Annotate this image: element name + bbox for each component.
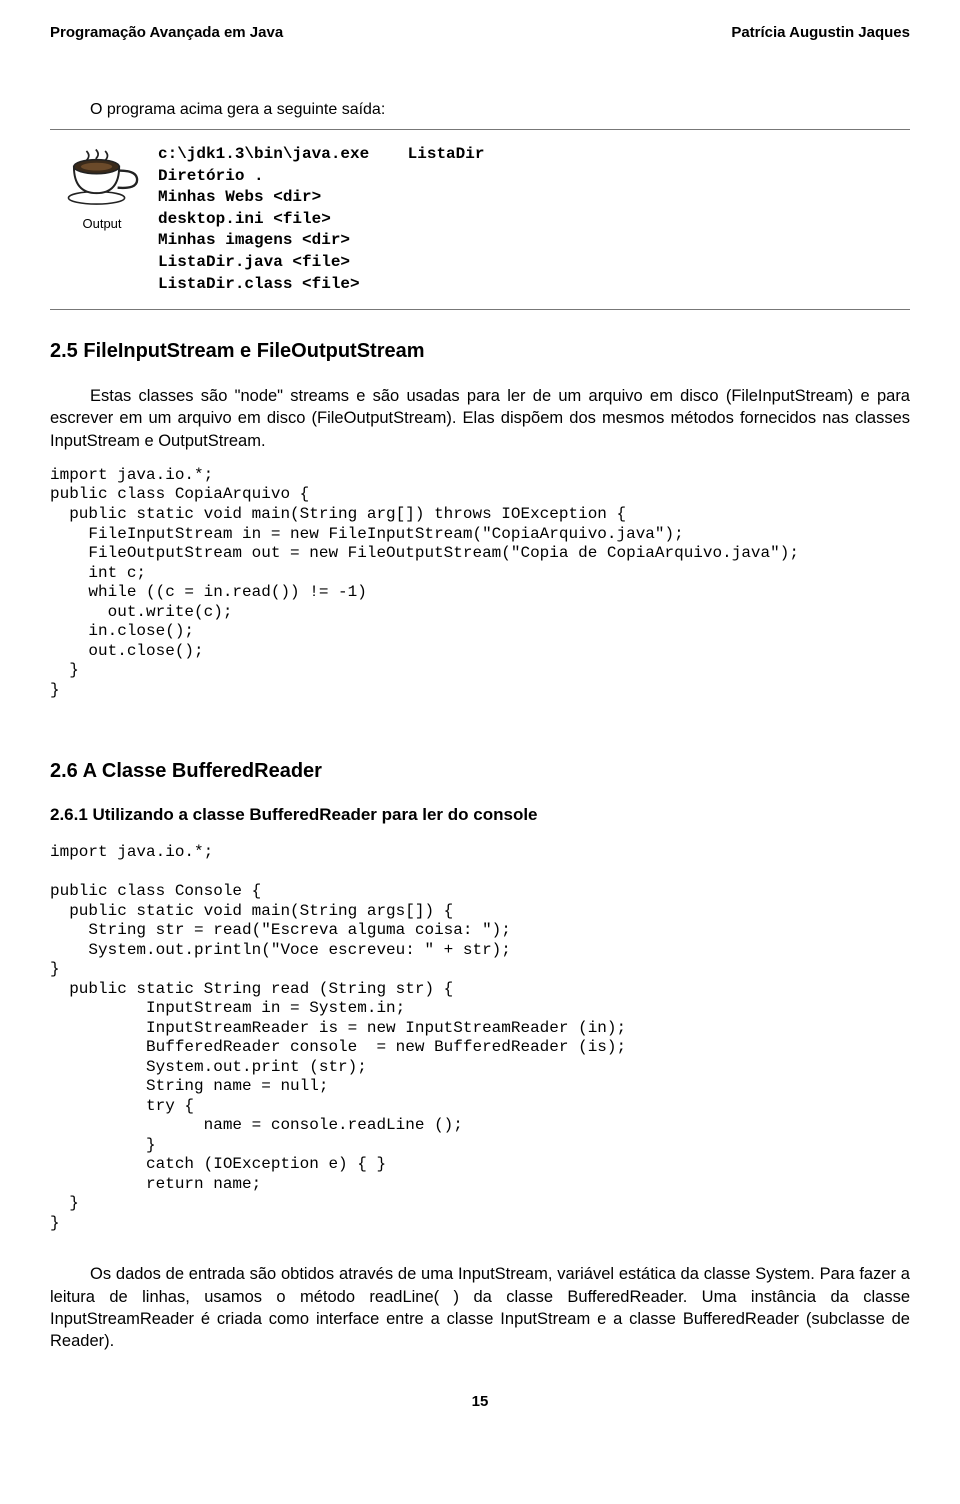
- page-header: Programação Avançada em Java Patrícia Au…: [50, 24, 910, 41]
- page-number: 15: [50, 1393, 910, 1410]
- section-2-6-title: 2.6 A Classe BufferedReader: [50, 760, 910, 783]
- header-left: Programação Avançada em Java: [50, 24, 283, 41]
- output-console-text: c:\jdk1.3\bin\java.exe ListaDir Diretóri…: [158, 144, 484, 295]
- output-label: Output: [82, 216, 121, 231]
- section-2-5-title: 2.5 FileInputStream e FileOutputStream: [50, 340, 910, 363]
- section-2-6-1-title: 2.6.1 Utilizando a classe BufferedReader…: [50, 805, 910, 825]
- code-block-copiaarquivo: import java.io.*; public class CopiaArqu…: [50, 466, 910, 700]
- output-box: Output c:\jdk1.3\bin\java.exe ListaDir D…: [50, 129, 910, 310]
- code-block-console: import java.io.*; public class Console {…: [50, 843, 910, 1233]
- section-2-5-para: Estas classes são "node" streams e são u…: [50, 385, 910, 452]
- output-icon-container: Output: [60, 144, 144, 231]
- header-right: Patrícia Augustin Jaques: [731, 24, 910, 41]
- section-2-6-para: Os dados de entrada são obtidos através …: [50, 1263, 910, 1352]
- cup-icon: [63, 144, 141, 213]
- intro-text: O programa acima gera a seguinte saída:: [90, 101, 910, 119]
